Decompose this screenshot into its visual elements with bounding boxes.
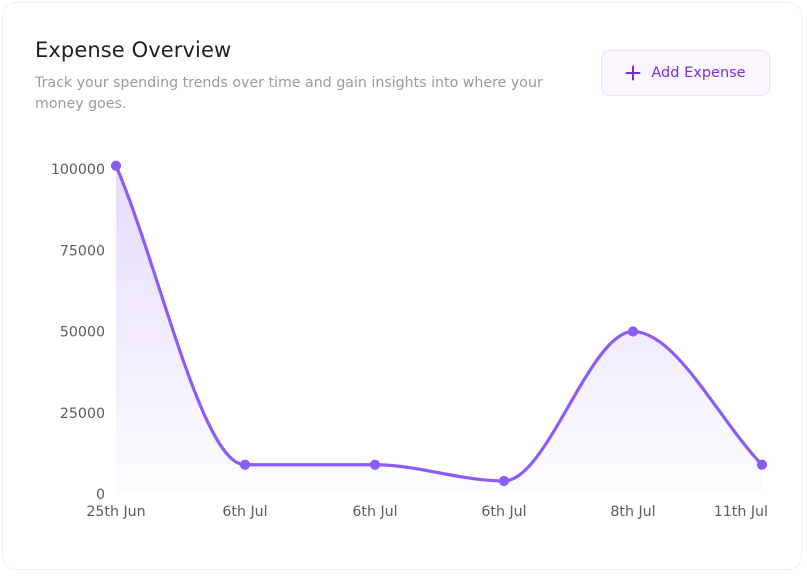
x-axis-tick-labels: 25th Jun 6th Jul 6th Jul 6th Jul 8th Jul 11th… [86, 504, 768, 520]
y-tick-label: 25000 [60, 406, 105, 422]
x-tick-label: 8th Jul [610, 504, 655, 520]
y-axis-tick-labels: 0 25000 50000 75000 100000 [51, 162, 105, 503]
y-tick-label: 75000 [60, 243, 105, 259]
data-point [369, 459, 381, 470]
data-point [498, 475, 510, 487]
series-area-fill [116, 165, 762, 494]
x-tick-label: 11th Jul [714, 504, 768, 520]
x-tick-label: 6th Jul [481, 504, 526, 520]
x-tick-label: 6th Jul [352, 504, 397, 520]
expense-line-chart: 0 25000 50000 75000 100000 25th Jun 6th Jul 6t… [51, 160, 768, 520]
y-tick-label: 0 [96, 487, 105, 503]
data-point [110, 160, 122, 171]
x-tick-label: 6th Jul [222, 504, 267, 520]
data-point [627, 326, 639, 337]
data-point [239, 459, 251, 470]
y-tick-label: 50000 [60, 325, 105, 341]
x-tick-label: 25th Jun [86, 504, 145, 520]
data-point [756, 459, 768, 470]
y-tick-label: 100000 [51, 162, 105, 178]
